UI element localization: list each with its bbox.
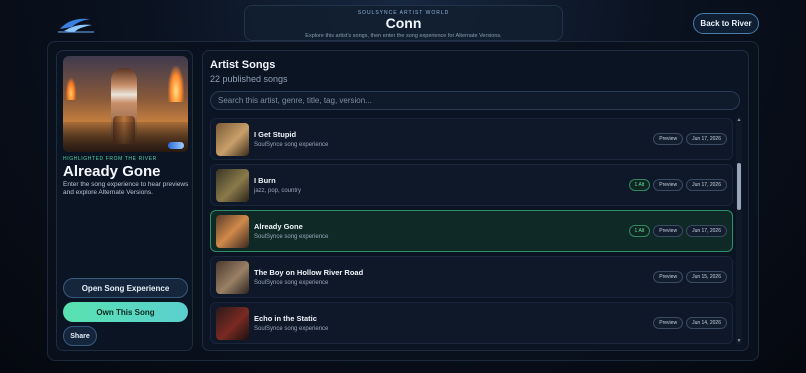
- open-song-experience-button[interactable]: Open Song Experience: [63, 278, 188, 298]
- song-subtitle: SoulSynce song experience: [254, 280, 329, 286]
- scroll-up-icon[interactable]: ▲: [736, 117, 742, 123]
- preview-chip[interactable]: Preview: [653, 271, 684, 283]
- date-chip: Jun 15, 2026: [686, 271, 727, 283]
- scroll-thumb[interactable]: [737, 163, 741, 210]
- alt-version-badge: 1 Alt: [628, 225, 651, 237]
- highlight-panel: HIGHLIGHTED FROM THE RIVER Already Gone …: [56, 50, 193, 351]
- song-thumbnail: [216, 215, 249, 248]
- date-chip: Jun 17, 2026: [686, 225, 727, 237]
- highlight-title: Already Gone: [63, 163, 161, 180]
- highlight-kicker: HIGHLIGHTED FROM THE RIVER: [63, 156, 157, 162]
- preview-chip[interactable]: Preview: [653, 317, 684, 329]
- share-button[interactable]: Share: [63, 326, 97, 346]
- songs-count: 22 published songs: [210, 74, 288, 84]
- song-thumbnail: [216, 123, 249, 156]
- scroll-down-icon[interactable]: ▼: [736, 338, 742, 344]
- preview-chip[interactable]: Preview: [653, 133, 684, 145]
- songs-title: Artist Songs: [210, 59, 276, 71]
- date-chip: Jun 14, 2026: [686, 317, 727, 329]
- date-chip: Jun 17, 2026: [686, 179, 727, 191]
- song-title: Echo in the Static: [254, 314, 317, 323]
- header-subtitle: Explore this artist's songs, then enter …: [305, 33, 502, 39]
- song-title: I Get Stupid: [254, 130, 297, 139]
- song-row[interactable]: I Burn jazz, pop, country 1 Alt Preview …: [210, 164, 733, 206]
- preview-chip[interactable]: Preview: [653, 225, 684, 237]
- preview-chip[interactable]: Preview: [653, 179, 684, 191]
- alt-version-badge: 1 Alt: [628, 179, 651, 191]
- soulsynce-logo[interactable]: [56, 13, 96, 35]
- own-this-song-button[interactable]: Own This Song: [63, 302, 188, 322]
- song-subtitle: SoulSynce song experience: [254, 326, 329, 332]
- song-row[interactable]: Echo in the Static SoulSynce song experi…: [210, 302, 733, 344]
- song-title: The Boy on Hollow River Road: [254, 268, 364, 277]
- song-title: I Burn: [254, 176, 276, 185]
- search-input[interactable]: [210, 91, 740, 110]
- song-list-scrollbar[interactable]: ▲ ▼: [736, 116, 742, 345]
- song-row[interactable]: The Boy on Hollow River Road SoulSynce s…: [210, 256, 733, 298]
- artist-header: SOULSYNCE ARTIST WORLD Conn Explore this…: [244, 5, 563, 41]
- song-title: Already Gone: [254, 222, 303, 231]
- song-subtitle: jazz, pop, country: [254, 188, 302, 194]
- back-to-river-button[interactable]: Back to River: [693, 13, 759, 34]
- artist-name: Conn: [385, 15, 422, 31]
- date-chip: Jun 17, 2026: [686, 133, 727, 145]
- song-thumbnail: [216, 261, 249, 294]
- highlight-cover-art: [63, 56, 188, 152]
- highlight-description: Enter the song experience to hear previe…: [63, 181, 189, 196]
- song-row-selected[interactable]: Already Gone SoulSynce song experience 1…: [210, 210, 733, 252]
- song-list: I Get Stupid SoulSynce song experience P…: [210, 118, 734, 348]
- song-thumbnail: [216, 307, 249, 340]
- cover-logo-mark: [168, 142, 184, 149]
- artist-songs-panel: Artist Songs 22 published songs I Get St…: [202, 50, 749, 351]
- song-row[interactable]: I Get Stupid SoulSynce song experience P…: [210, 118, 733, 160]
- song-thumbnail: [216, 169, 249, 202]
- song-subtitle: SoulSynce song experience: [254, 234, 329, 240]
- song-subtitle: SoulSynce song experience: [254, 142, 329, 148]
